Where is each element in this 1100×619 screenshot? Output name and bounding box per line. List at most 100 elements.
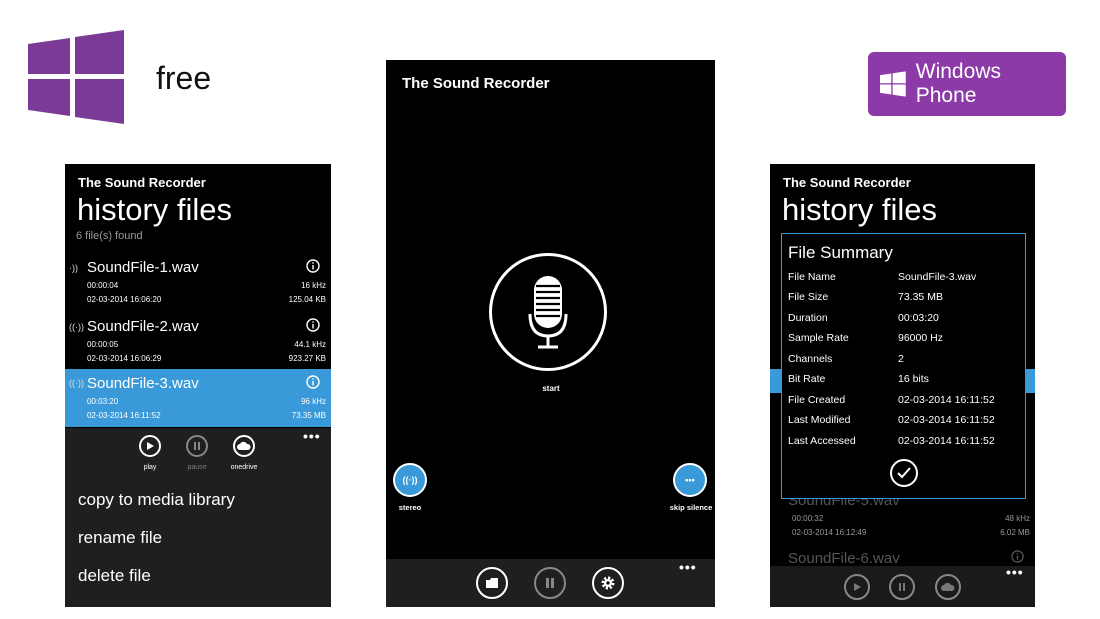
cloud-icon	[941, 582, 955, 591]
history-summary-screen: The Sound Recorder history files SoundFi…	[770, 164, 1035, 607]
summary-label: Bit Rate	[788, 373, 826, 385]
app-bar: play pause onedrive ••• copy to media li…	[65, 428, 331, 607]
file-row-selected[interactable]: ((·)) SoundFile-3.wav 00:03:20 02-03-201…	[65, 369, 331, 427]
pause-icon	[899, 583, 905, 591]
summary-label: Channels	[788, 353, 833, 365]
file-size: 125.04 KB	[288, 295, 326, 304]
microphone-icon	[528, 276, 568, 349]
pause-icon	[546, 578, 554, 588]
summary-value: 73.35 MB	[898, 291, 943, 303]
app-title: The Sound Recorder	[402, 75, 550, 92]
file-size: 923.27 KB	[288, 354, 326, 363]
onedrive-label: onedrive	[230, 464, 258, 471]
file-summary-dialog: File Summary File Name SoundFile-3.wav F…	[781, 233, 1026, 499]
info-icon[interactable]	[306, 259, 320, 273]
onedrive-button[interactable]	[233, 435, 255, 457]
file-duration: 00:03:20	[87, 397, 119, 406]
stereo-button[interactable]: ((·))	[393, 463, 427, 497]
summary-value: 02-03-2014 16:11:52	[898, 414, 995, 426]
file-name: SoundFile-3.wav	[87, 375, 199, 392]
file-rate: 16 kHz	[301, 281, 326, 290]
history-screen: The Sound Recorder history files 6 file(…	[65, 164, 331, 607]
skip-silence-label: skip silence	[669, 503, 713, 512]
ok-button[interactable]	[890, 459, 918, 487]
file-date: 02-03-2014 16:12:49	[792, 528, 867, 537]
info-icon[interactable]	[306, 318, 320, 332]
play-button[interactable]	[139, 435, 161, 457]
summary-label: Duration	[788, 312, 828, 324]
file-duration: 00:00:05	[87, 340, 119, 349]
summary-value: 96000 Hz	[898, 332, 943, 344]
page-title: history files	[782, 192, 938, 227]
app-title: The Sound Recorder	[783, 175, 911, 190]
summary-value: 16 bits	[898, 373, 929, 385]
summary-value: 02-03-2014 16:11:52	[898, 394, 995, 406]
file-row[interactable]: ((·)) SoundFile-2.wav 00:00:05 02-03-201…	[65, 315, 331, 373]
summary-label: File Size	[788, 291, 829, 303]
free-label: free	[156, 60, 212, 96]
skip-silence-button[interactable]: •••	[673, 463, 707, 497]
summary-value: 02-03-2014 16:11:52	[898, 435, 995, 447]
recorder-screen: The Sound Recorder start ((·)) stereo ••…	[386, 60, 715, 607]
play-label: play	[143, 464, 157, 471]
file-row[interactable]: ·)) SoundFile-1.wav 00:00:04 02-03-2014 …	[65, 256, 331, 314]
menu-rename-file[interactable]: rename file	[78, 528, 162, 548]
summary-label: Last Modified	[788, 414, 851, 426]
folder-button[interactable]	[476, 567, 508, 599]
windows-logo-icon	[880, 71, 906, 97]
summary-label: File Name	[788, 271, 836, 283]
onedrive-button[interactable]	[935, 574, 961, 600]
play-button[interactable]	[844, 574, 870, 600]
summary-label: Sample Rate	[788, 332, 849, 344]
sound-wave-icon: ·))	[69, 263, 78, 273]
menu-copy-to-library[interactable]: copy to media library	[78, 490, 235, 510]
sound-wave-icon: ((·))	[69, 322, 84, 332]
file-rate: 96 kHz	[301, 397, 326, 406]
info-icon	[1011, 550, 1024, 563]
summary-value: SoundFile-3.wav	[898, 271, 977, 283]
play-icon	[854, 583, 861, 591]
file-duration: 00:00:32	[792, 514, 824, 523]
start-label: start	[542, 384, 560, 393]
summary-value: 2	[898, 353, 904, 365]
more-icon[interactable]: •••	[679, 559, 697, 575]
windows-phone-badge: Windows Phone	[868, 52, 1066, 116]
file-date: 02-03-2014 16:11:52	[87, 411, 161, 420]
badge-label: Windows Phone	[915, 60, 1001, 107]
app-bar: •••	[386, 559, 715, 607]
sound-wave-icon: ((·))	[69, 378, 84, 388]
file-rate: 48 kHz	[1005, 514, 1030, 523]
pause-button[interactable]	[889, 574, 915, 600]
pause-label: pause	[187, 464, 207, 471]
app-title: The Sound Recorder	[78, 175, 206, 190]
cloud-icon	[237, 441, 251, 450]
page-title: history files	[77, 192, 233, 227]
summary-label: Last Accessed	[788, 435, 856, 447]
file-name: SoundFile-6.wav	[788, 550, 900, 567]
file-name: SoundFile-2.wav	[87, 318, 199, 335]
more-dots-icon: •••	[685, 475, 695, 485]
file-rate: 44.1 kHz	[294, 340, 326, 349]
pause-button[interactable]	[534, 567, 566, 599]
more-icon[interactable]: •••	[303, 428, 321, 444]
folder-icon	[486, 578, 498, 588]
dialog-title: File Summary	[788, 243, 893, 262]
more-icon[interactable]: •••	[1006, 564, 1024, 580]
file-name: SoundFile-1.wav	[87, 259, 199, 276]
record-button[interactable]	[489, 253, 607, 371]
settings-button[interactable]	[592, 567, 624, 599]
menu-delete-file[interactable]: delete file	[78, 566, 151, 586]
info-icon[interactable]	[306, 375, 320, 389]
play-icon	[147, 442, 154, 450]
files-found-count: 6 file(s) found	[76, 230, 143, 242]
windows-logo-icon	[28, 30, 124, 124]
pause-icon	[194, 442, 200, 450]
checkmark-icon	[897, 467, 911, 479]
app-bar: •••	[770, 564, 1035, 607]
file-date: 02-03-2014 16:06:20	[87, 295, 162, 304]
file-duration: 00:00:04	[87, 281, 119, 290]
summary-value: 00:03:20	[898, 312, 939, 324]
stereo-wave-icon: ((·))	[402, 475, 418, 485]
file-date: 02-03-2014 16:06:29	[87, 354, 162, 363]
pause-button[interactable]	[186, 435, 208, 457]
